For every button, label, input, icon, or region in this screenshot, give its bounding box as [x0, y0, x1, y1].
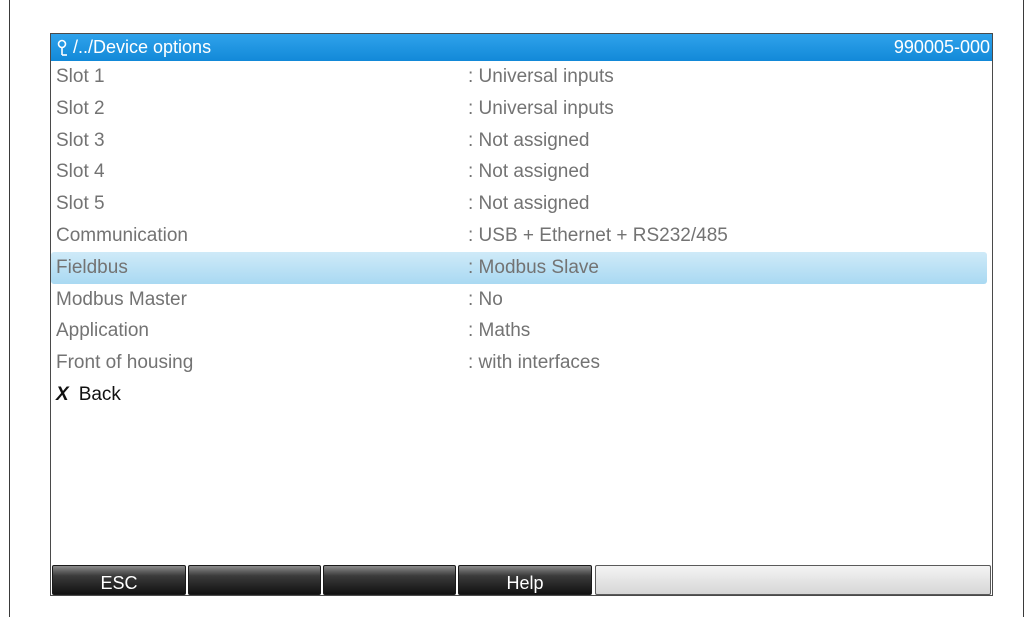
- help-softkey[interactable]: Help: [458, 565, 592, 595]
- wrench-icon: [57, 39, 67, 56]
- softkey-empty-area: [595, 565, 991, 595]
- menu-code: 990005-000: [893, 37, 990, 57]
- list-item-fieldbus[interactable]: Fieldbus : Modbus Slave: [51, 251, 987, 284]
- back-label: Back: [78, 383, 121, 405]
- item-value: : USB + Ethernet + RS232/485: [468, 224, 728, 246]
- item-value: : Not assigned: [468, 129, 590, 151]
- item-value: : with interfaces: [468, 352, 600, 374]
- device-options-screen: /../Device options 990005-000 Slot 1 : U…: [50, 33, 993, 596]
- item-value: : Not assigned: [468, 193, 590, 215]
- softkey-bar: ESC Help: [51, 565, 992, 595]
- item-label: Communication: [56, 224, 188, 246]
- item-label: Slot 5: [56, 193, 105, 215]
- list-item-modbus-master[interactable]: Modbus Master : No: [51, 284, 992, 316]
- item-label: Slot 2: [56, 97, 105, 119]
- esc-softkey[interactable]: ESC: [52, 565, 186, 595]
- options-list: Slot 1 : Universal inputs Slot 2 : Unive…: [51, 61, 992, 411]
- x-back-icon: X: [56, 383, 69, 405]
- item-value: : Universal inputs: [468, 66, 614, 87]
- list-item-communication[interactable]: Communication : USB + Ethernet + RS232/4…: [51, 220, 992, 252]
- item-value: : Maths: [468, 320, 531, 342]
- item-label: Slot 3: [56, 129, 105, 151]
- breadcrumb: /../Device options: [56, 37, 211, 58]
- title-bar: /../Device options 990005-000: [51, 34, 992, 61]
- item-label: Modbus Master: [56, 288, 187, 310]
- list-item-slot-2[interactable]: Slot 2 : Universal inputs: [51, 93, 992, 125]
- item-label: Fieldbus: [56, 256, 128, 278]
- softkey-3[interactable]: [323, 565, 456, 595]
- item-label: Slot 1: [56, 66, 105, 87]
- breadcrumb-path: /../Device options: [73, 37, 212, 57]
- list-item-slot-3[interactable]: Slot 3 : Not assigned: [51, 125, 992, 157]
- list-item-front-of-housing[interactable]: Front of housing : with interfaces: [51, 347, 992, 379]
- item-value: : No: [468, 288, 503, 310]
- list-item-slot-5[interactable]: Slot 5 : Not assigned: [51, 188, 992, 220]
- item-value: : Universal inputs: [468, 97, 614, 119]
- item-label: Slot 4: [56, 161, 105, 183]
- item-label: Application: [56, 320, 149, 342]
- back-item[interactable]: X Back: [51, 379, 992, 411]
- list-item-slot-4[interactable]: Slot 4 : Not assigned: [51, 156, 992, 188]
- back-label-wrap: X Back: [56, 384, 121, 406]
- item-value: : Not assigned: [468, 161, 590, 183]
- list-item-application[interactable]: Application : Maths: [51, 315, 992, 347]
- item-value: : Modbus Slave: [468, 256, 599, 278]
- item-label: Front of housing: [56, 352, 194, 374]
- list-item-slot-1[interactable]: Slot 1 : Universal inputs: [51, 61, 992, 93]
- softkey-2[interactable]: [188, 565, 321, 595]
